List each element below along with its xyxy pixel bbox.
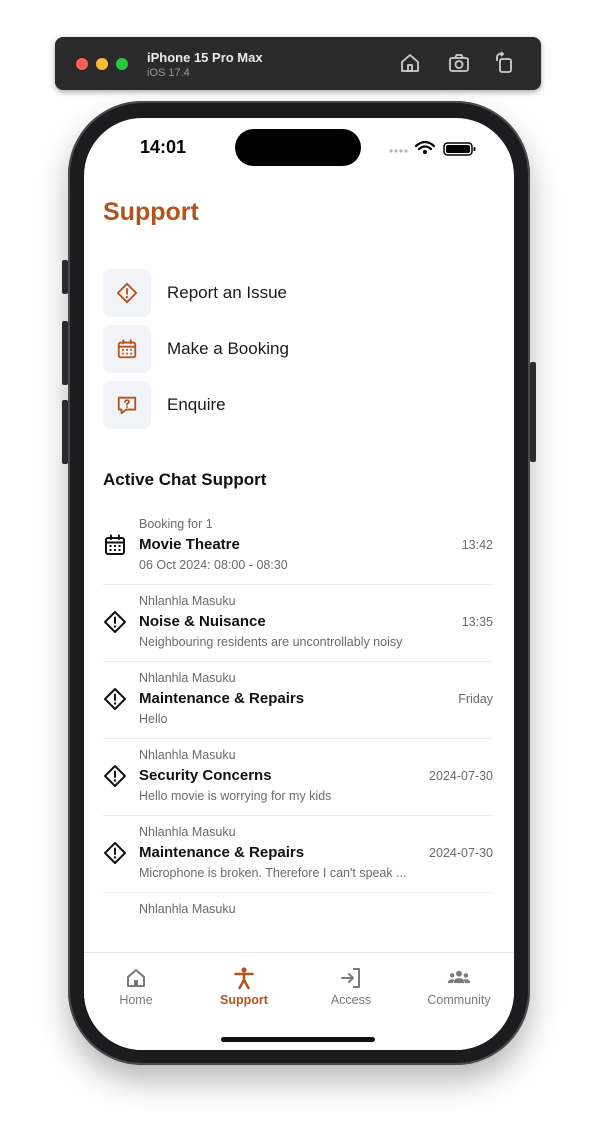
- chat-item-security-concerns[interactable]: Nhlanhla Masuku Security Concerns Hello …: [103, 739, 493, 816]
- battery-icon: [443, 142, 476, 156]
- rotate-icon[interactable]: [492, 51, 516, 75]
- chat-item-movie-theatre[interactable]: Booking for 1 Movie Theatre 06 Oct 2024:…: [103, 508, 493, 585]
- wifi-icon: [414, 140, 436, 151]
- os-version: iOS 17.4: [147, 67, 190, 79]
- chat-list: Booking for 1 Movie Theatre 06 Oct 2024:…: [103, 508, 493, 969]
- calendar-icon: [105, 534, 125, 555]
- warning-diamond-icon: [104, 765, 126, 787]
- chat-title: Noise & Nuisance: [139, 613, 266, 630]
- tab-support[interactable]: Support: [199, 966, 289, 1007]
- chat-title: Movie Theatre: [139, 536, 240, 553]
- action-label: Enquire: [167, 394, 226, 414]
- chat-preview: Microphone is broken. Therefore I can't …: [139, 866, 407, 880]
- chat-time: 2024-07-30: [429, 769, 493, 783]
- tab-label: Support: [220, 993, 268, 1007]
- make-booking-button[interactable]: Make a Booking: [103, 324, 483, 373]
- chat-title: Security Concerns: [139, 767, 272, 784]
- chat-sender: Booking for 1: [139, 517, 213, 531]
- warning-diamond-icon: [104, 688, 126, 710]
- tab-access[interactable]: Access: [306, 966, 396, 1007]
- status-icons: [389, 140, 476, 156]
- tab-label: Community: [427, 993, 491, 1007]
- action-label: Report an Issue: [167, 282, 288, 302]
- chat-title: Maintenance & Repairs: [139, 690, 305, 707]
- chat-item-noise-nuisance[interactable]: Nhlanhla Masuku Noise & Nuisance Neighbo…: [103, 585, 493, 662]
- chat-title: Maintenance & Repairs: [139, 844, 305, 861]
- login-arrow-icon: [341, 968, 360, 988]
- warning-diamond-icon: [104, 611, 126, 633]
- screenshot-icon[interactable]: [447, 51, 471, 75]
- page-title: Support: [103, 198, 199, 226]
- chat-time: 2024-07-30: [429, 846, 493, 860]
- chat-sender: Nhlanhla Masuku: [139, 594, 236, 608]
- enquire-button[interactable]: Enquire: [103, 380, 483, 429]
- status-time: 14:01: [140, 137, 187, 157]
- action-label: Make a Booking: [167, 338, 289, 358]
- chat-preview: 06 Oct 2024: 08:00 - 08:30: [139, 558, 288, 572]
- chat-item-maintenance-repairs[interactable]: Nhlanhla Masuku Maintenance & Repairs He…: [103, 662, 493, 739]
- dynamic-island: [235, 129, 361, 166]
- tab-bar: Home Support Access Community: [84, 952, 514, 1050]
- volume-down-button: [62, 400, 68, 464]
- device-name: iPhone 15 Pro Max: [147, 50, 263, 65]
- tab-label: Access: [330, 993, 372, 1007]
- action-button: [62, 260, 68, 294]
- minimize-window-button[interactable]: [96, 58, 108, 70]
- app-screen: 14:01 Support Report an Issue Make a Boo…: [84, 118, 514, 1050]
- tab-home[interactable]: Home: [91, 966, 181, 1007]
- chat-time: 13:42: [461, 538, 493, 552]
- report-issue-button[interactable]: Report an Issue: [103, 268, 483, 317]
- chat-preview: Neighbouring residents are uncontrollabl…: [139, 635, 403, 649]
- tab-label: Home: [119, 993, 153, 1007]
- question-bubble-icon: [117, 396, 137, 414]
- person-icon: [234, 967, 254, 990]
- chat-sender: Nhlanhla Masuku: [139, 825, 236, 839]
- chat-item-maintenance-repairs-2[interactable]: Nhlanhla Masuku Maintenance & Repairs Mi…: [103, 816, 493, 893]
- chat-time: 13:35: [461, 615, 493, 629]
- chat-time: Friday: [458, 692, 493, 706]
- action-icon-box: [103, 268, 151, 317]
- active-chat-heading: Active Chat Support: [103, 470, 267, 489]
- home-icon[interactable]: [398, 51, 422, 75]
- close-window-button[interactable]: [76, 58, 88, 70]
- power-button: [530, 362, 536, 462]
- chat-sender: Nhlanhla Masuku: [139, 902, 236, 916]
- zoom-window-button[interactable]: [116, 58, 128, 70]
- chat-preview: Hello movie is worrying for my kids: [139, 789, 332, 803]
- group-icon: [447, 970, 471, 984]
- chat-preview: Hello: [139, 712, 168, 726]
- action-icon-box: [103, 324, 151, 373]
- simulator-toolbar: iPhone 15 Pro Max iOS 17.4: [55, 37, 541, 90]
- action-icon-box: [103, 380, 151, 429]
- warning-diamond-icon: [104, 842, 126, 864]
- tab-community[interactable]: Community: [414, 966, 504, 1007]
- calendar-icon: [117, 338, 137, 358]
- chat-sender: Nhlanhla Masuku: [139, 748, 236, 762]
- home-indicator: [221, 1037, 375, 1042]
- home-icon: [127, 969, 145, 987]
- chat-sender: Nhlanhla Masuku: [139, 671, 236, 685]
- volume-up-button: [62, 321, 68, 385]
- warning-diamond-icon: [116, 282, 138, 303]
- cellular-signal-icon: [389, 149, 408, 153]
